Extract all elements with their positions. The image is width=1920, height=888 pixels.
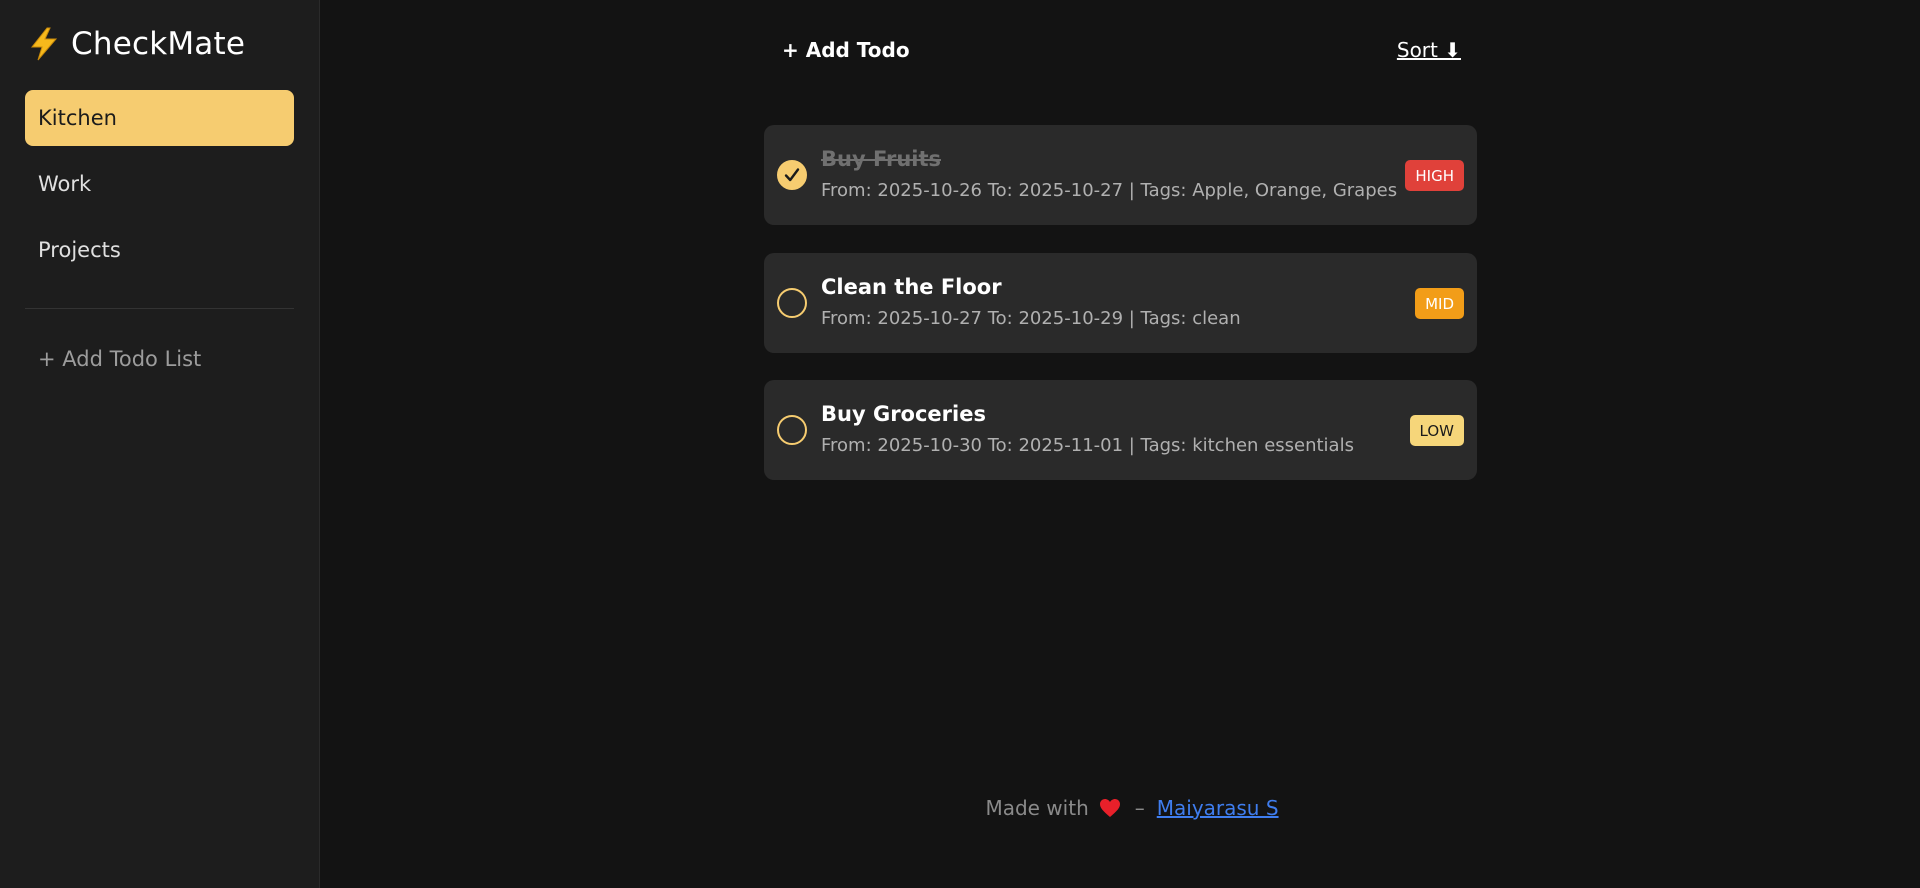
sidebar-item-label: Work	[38, 172, 92, 196]
footer: Made with – Maiyarasu S	[320, 796, 1920, 820]
todo-item[interactable]: Clean the Floor From: 2025-10-27 To: 202…	[764, 253, 1477, 353]
priority-badge: LOW	[1409, 415, 1464, 446]
todo-checkbox-checked[interactable]	[777, 160, 807, 190]
priority-badge: MID	[1415, 288, 1464, 319]
todo-title: Clean the Floor	[821, 275, 1002, 299]
todo-panel: + Add Todo Sort ⬇ Buy Fruits From: 2025-…	[764, 0, 1477, 480]
sidebar-item-label: Kitchen	[38, 106, 117, 130]
brand: CheckMate	[25, 24, 294, 64]
add-todo-button[interactable]: + Add Todo	[782, 38, 910, 62]
heart-icon	[1099, 798, 1121, 818]
sidebar-item-projects[interactable]: Projects	[25, 222, 294, 278]
todo-title: Buy Fruits	[821, 147, 942, 171]
sort-button[interactable]: Sort ⬇	[1397, 38, 1461, 62]
add-todo-list-button[interactable]: + Add Todo List	[25, 337, 294, 381]
todo-checkbox[interactable]	[777, 415, 807, 445]
todo-meta: From: 2025-10-30 To: 2025-11-01 | Tags: …	[821, 435, 1354, 456]
check-icon	[784, 168, 800, 182]
lightning-bolt-icon	[29, 27, 59, 61]
sidebar: CheckMate Kitchen Work Projects + Add To…	[0, 0, 320, 888]
footer-made-with: Made with	[985, 796, 1089, 820]
app-title: CheckMate	[71, 26, 246, 62]
todo-checkbox[interactable]	[777, 288, 807, 318]
sidebar-divider	[25, 308, 294, 309]
todo-meta: From: 2025-10-26 To: 2025-10-27 | Tags: …	[821, 180, 1398, 201]
sidebar-item-kitchen[interactable]: Kitchen	[25, 90, 294, 146]
sidebar-item-work[interactable]: Work	[25, 156, 294, 212]
app-root: CheckMate Kitchen Work Projects + Add To…	[0, 0, 1920, 888]
todo-item[interactable]: Buy Groceries From: 2025-10-30 To: 2025-…	[764, 380, 1477, 480]
main-content: + Add Todo Sort ⬇ Buy Fruits From: 2025-…	[320, 0, 1920, 888]
sidebar-item-label: Projects	[38, 238, 121, 262]
toolbar: + Add Todo Sort ⬇	[764, 0, 1477, 100]
priority-badge: HIGH	[1405, 160, 1464, 191]
footer-separator: –	[1134, 796, 1145, 820]
todo-meta: From: 2025-10-27 To: 2025-10-29 | Tags: …	[821, 308, 1241, 329]
todo-title: Buy Groceries	[821, 402, 986, 426]
author-link[interactable]: Maiyarasu S	[1157, 796, 1279, 820]
todo-item[interactable]: Buy Fruits From: 2025-10-26 To: 2025-10-…	[764, 125, 1477, 225]
